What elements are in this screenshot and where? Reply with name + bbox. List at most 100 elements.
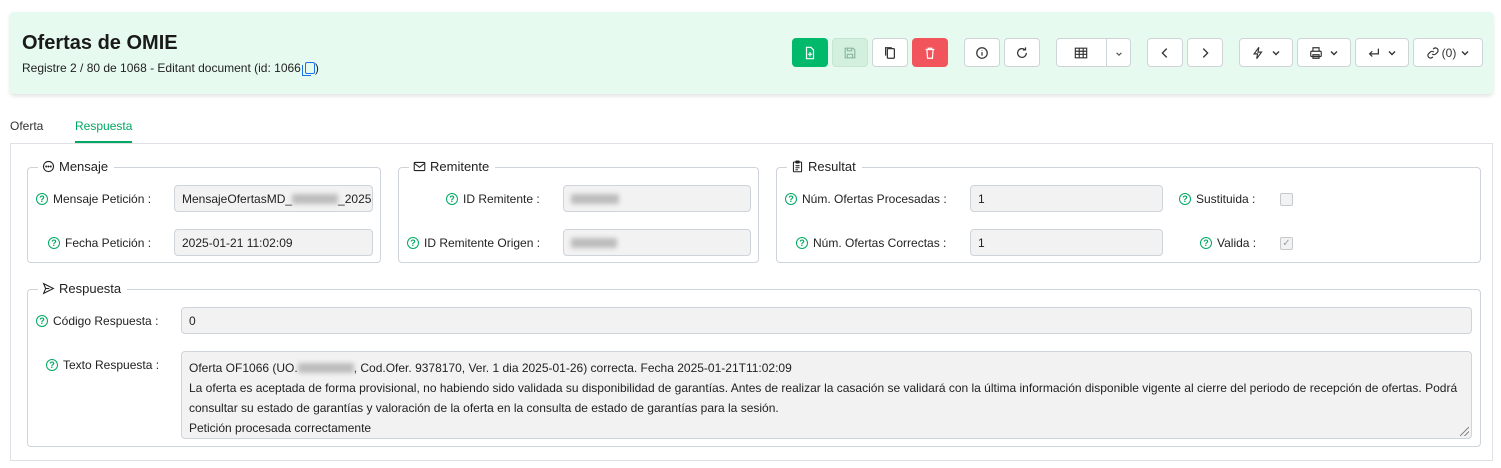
header-bar: Ofertas de OMIE Registre 2 / 80 de 1068 … — [10, 12, 1493, 94]
copy-id-icon[interactable] — [301, 62, 315, 76]
texto-line-4: Petición procesada correctamente — [189, 421, 372, 435]
chevron-down-icon — [1330, 50, 1338, 55]
resize-handle[interactable] — [1460, 427, 1469, 436]
tab-oferta[interactable]: Oferta — [10, 119, 43, 141]
lightning-icon — [1252, 46, 1263, 59]
table-icon — [1074, 47, 1088, 59]
remitente-legend: Remitente — [409, 159, 496, 174]
help-icon[interactable]: ? — [407, 237, 419, 249]
resultat-legend-label: Resultat — [808, 159, 856, 174]
split-divider — [1106, 39, 1107, 66]
fecha-peticion-field[interactable]: 2025-01-21 11:02:09 — [174, 229, 373, 256]
duplicate-icon — [885, 46, 895, 59]
new-document-button[interactable] — [792, 38, 828, 67]
next-record-button[interactable] — [1187, 38, 1223, 67]
codigo-respuesta-label-text: Código Respuesta : — [53, 314, 159, 328]
texto-line-3: consultar su estado de garantías y valor… — [189, 401, 779, 415]
actions-dropdown[interactable] — [1239, 38, 1293, 67]
mensaje-peticion-field[interactable]: MensajeOfertasMD_ _2025 — [174, 185, 373, 212]
texto-line-1-start: Oferta OF1066 (UO. — [189, 361, 298, 375]
mensaje-fieldset: Mensaje ? Mensaje Petición : MensajeOfert… — [27, 159, 381, 263]
fecha-peticion-label: ? Fecha Petición : — [48, 236, 151, 250]
record-info-text: Registre 2 / 80 de 1068 - Editant docume… — [22, 61, 301, 75]
return-icon — [1368, 48, 1379, 57]
tab-bar: Oferta Respuesta — [0, 115, 1501, 143]
return-dropdown[interactable] — [1355, 38, 1409, 67]
help-icon[interactable]: ? — [48, 237, 60, 249]
procesadas-label: ? Núm. Ofertas Procesadas : — [785, 192, 947, 206]
view-mode-dropdown[interactable] — [1056, 38, 1131, 67]
trash-icon — [925, 47, 935, 59]
save-button[interactable] — [832, 38, 868, 67]
codigo-respuesta-field[interactable]: 0 — [181, 307, 1472, 334]
correctas-label-text: Núm. Ofertas Correctas : — [813, 236, 947, 250]
help-icon[interactable]: ? — [796, 237, 808, 249]
info-button[interactable] — [964, 38, 1000, 67]
sustituida-checkbox[interactable] — [1280, 193, 1293, 206]
send-icon — [42, 282, 55, 295]
page-title: Ofertas de OMIE — [22, 32, 178, 54]
texto-line-1-end: , Cod.Ofer. 9378170, Ver. 1 dia 2025-01-… — [353, 361, 792, 375]
links-dropdown[interactable]: (0) — [1413, 38, 1483, 67]
help-icon[interactable]: ? — [785, 193, 797, 205]
respuesta-fieldset: Respuesta ? Código Respuesta : 0 ? Texto R… — [27, 281, 1481, 447]
mensaje-legend: Mensaje — [38, 159, 115, 174]
id-remitente-label: ? ID Remitente : — [446, 192, 540, 206]
correctas-label: ? Núm. Ofertas Correctas : — [796, 236, 946, 250]
respuesta-legend: Respuesta — [38, 281, 128, 296]
procesadas-field[interactable]: 1 — [970, 185, 1163, 212]
print-dropdown[interactable] — [1297, 38, 1351, 67]
mensaje-peticion-label: ? Mensaje Petición : — [36, 192, 151, 206]
remitente-fieldset: Remitente ? ID Remitente : ? ID Remitente … — [398, 159, 759, 263]
new-file-icon — [805, 46, 815, 59]
links-count: (0) — [1441, 45, 1457, 60]
save-icon — [844, 47, 856, 58]
printer-icon — [1310, 46, 1322, 59]
previous-record-button[interactable] — [1147, 38, 1183, 67]
help-icon[interactable]: ? — [446, 193, 458, 205]
help-icon[interactable]: ? — [36, 193, 48, 205]
resultat-legend: Resultat — [787, 159, 862, 174]
refresh-button[interactable] — [1004, 38, 1040, 67]
checkmark-icon: ✓ — [1282, 238, 1291, 249]
help-icon[interactable]: ? — [1200, 237, 1212, 249]
codigo-respuesta-label: ? Código Respuesta : — [36, 314, 158, 328]
record-info-close: ) — [314, 61, 319, 75]
valida-label-text: Valida : — [1217, 236, 1257, 250]
valida-label: ? Valida : — [1200, 236, 1256, 250]
duplicate-button[interactable] — [872, 38, 908, 67]
refresh-icon — [1017, 46, 1027, 58]
redacted-text — [571, 194, 619, 204]
procesadas-label-text: Núm. Ofertas Procesadas : — [802, 192, 947, 206]
respuesta-legend-label: Respuesta — [59, 281, 122, 296]
id-remitente-origen-field[interactable] — [563, 229, 751, 256]
id-remitente-origen-label-text: ID Remitente Origen : — [424, 236, 541, 250]
redacted-text — [571, 238, 617, 248]
respuesta-panel: Mensaje ? Mensaje Petición : MensajeOfert… — [10, 143, 1493, 461]
redacted-text — [297, 363, 354, 373]
mensaje-peticion-value-end: _2025 — [338, 192, 372, 206]
envelope-icon — [413, 161, 426, 172]
correctas-field[interactable]: 1 — [970, 229, 1163, 256]
chevron-down-icon — [1388, 50, 1396, 55]
chevron-left-icon — [1161, 47, 1168, 58]
texto-respuesta-textarea[interactable]: Oferta OF1066 (UO. , Cod.Ofer. 9378170, V… — [181, 351, 1472, 439]
delete-button[interactable] — [912, 38, 948, 67]
record-info: Registre 2 / 80 de 1068 - Editant docume… — [22, 61, 319, 76]
redacted-text — [292, 194, 339, 204]
texto-line-2: La oferta es aceptada de forma provision… — [189, 381, 1458, 395]
fecha-peticion-label-text: Fecha Petición : — [65, 236, 152, 250]
sustituida-label: ? Sustituida : — [1179, 192, 1255, 206]
help-icon[interactable]: ? — [1179, 193, 1191, 205]
tab-respuesta[interactable]: Respuesta — [75, 119, 133, 143]
texto-respuesta-label-text: Texto Respuesta : — [63, 358, 160, 372]
help-icon[interactable]: ? — [36, 315, 48, 327]
info-icon — [976, 46, 988, 59]
sustituida-label-text: Sustituida : — [1196, 192, 1256, 206]
resultat-fieldset: Resultat ? Núm. Ofertas Procesadas : 1 ? S… — [776, 159, 1481, 263]
chevron-down-icon[interactable] — [1115, 50, 1123, 58]
texto-respuesta-label: ? Texto Respuesta : — [46, 358, 159, 372]
help-icon[interactable]: ? — [46, 359, 58, 371]
valida-checkbox[interactable]: ✓ — [1280, 237, 1293, 250]
id-remitente-field[interactable] — [563, 185, 751, 212]
